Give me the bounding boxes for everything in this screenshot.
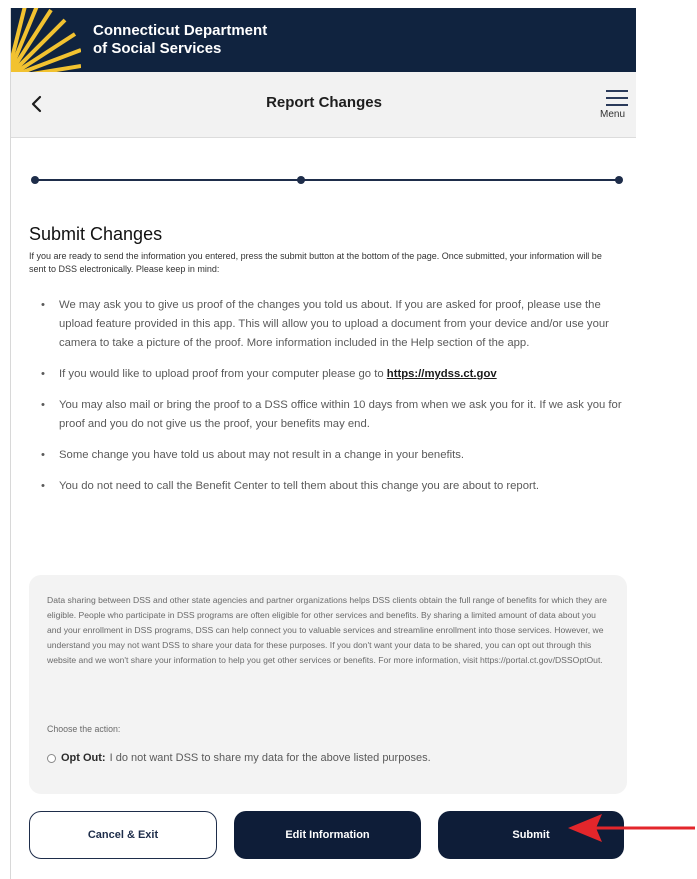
intro-text: If you are ready to send the information… [29, 251, 602, 274]
step-dot-2 [297, 176, 305, 184]
page-title: Report Changes [266, 94, 382, 111]
sunburst-logo-icon [11, 8, 81, 72]
app-header: Connecticut Department of Social Service… [11, 8, 636, 72]
menu-label: Menu [600, 109, 626, 120]
agency-name: Connecticut Department of Social Service… [93, 22, 268, 57]
stepper-line [35, 179, 621, 181]
list-item: You may also mail or bring the proof to … [41, 396, 626, 434]
menu-button[interactable]: Menu [600, 90, 636, 130]
edit-information-button[interactable]: Edit Information [234, 811, 421, 859]
mydss-link[interactable]: https://mydss.ct.gov [387, 368, 497, 380]
data-sharing-text: Data sharing between DSS and other state… [47, 595, 607, 665]
hamburger-icon [606, 90, 628, 106]
opt-out-option[interactable]: Opt Out: I do not want DSS to share my d… [47, 752, 431, 764]
step-dot-3 [615, 176, 623, 184]
opt-out-label: Opt Out: [61, 752, 106, 764]
list-item: Some change you have told us about may n… [41, 446, 626, 465]
list-item: If you would like to upload proof from y… [41, 365, 626, 384]
choose-action-label: Choose the action: [47, 724, 121, 734]
app-frame: Connecticut Department of Social Service… [10, 8, 636, 879]
red-arrow-icon [568, 814, 695, 842]
opt-out-radio[interactable] [47, 753, 56, 763]
opt-out-text: I do not want DSS to share my data for t… [109, 752, 431, 764]
data-sharing-panel: Data sharing between DSS and other state… [29, 575, 627, 794]
section-title: Submit Changes [29, 224, 163, 244]
list-item: You do not need to call the Benefit Cent… [41, 477, 626, 496]
step-dot-1 [31, 176, 39, 184]
info-list: We may ask you to give us proof of the c… [41, 296, 626, 508]
list-item: We may ask you to give us proof of the c… [41, 296, 626, 353]
progress-stepper [31, 173, 625, 187]
nav-bar: Report Changes Menu [11, 72, 636, 138]
cancel-exit-button[interactable]: Cancel & Exit [29, 811, 217, 859]
